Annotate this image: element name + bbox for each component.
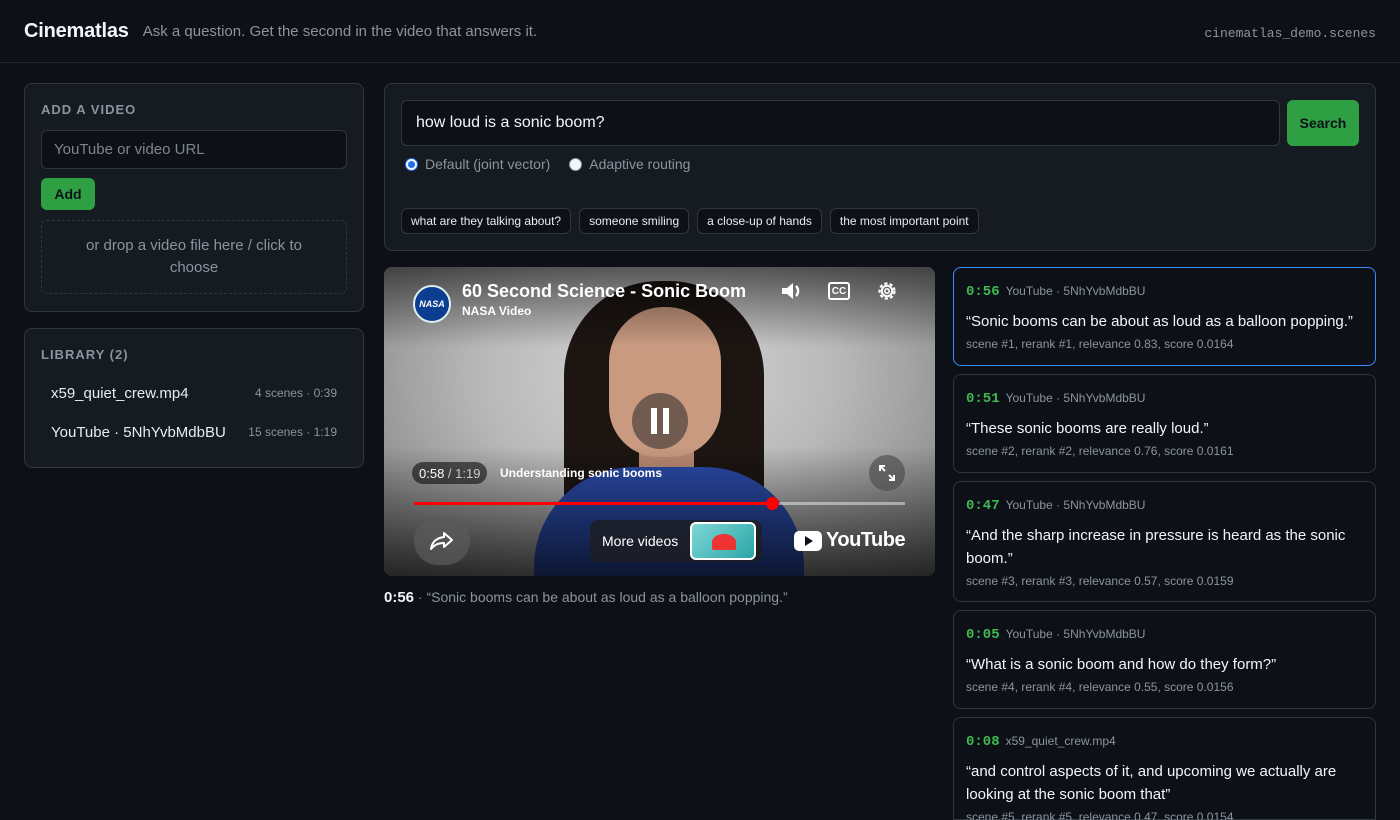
result-quote: “These sonic booms are really loud.” <box>966 420 1209 437</box>
mode-default-radio[interactable] <box>405 157 418 171</box>
dropzone-text: or drop a video file here / click to cho… <box>86 237 302 276</box>
pause-button[interactable] <box>632 393 688 449</box>
library-title: LIBRARY (2) <box>41 347 129 362</box>
add-video-panel: ADD A VIDEO Add or drop a video file her… <box>24 83 364 312</box>
more-videos-thumbnail <box>690 522 757 560</box>
result-timestamp[interactable]: 0:05 <box>966 627 1000 643</box>
library-item[interactable]: x59_quiet_crew.mp4 4 scenes · 0:39 <box>35 378 353 408</box>
result-quote: “and control aspects of it, and upcoming… <box>966 763 1337 803</box>
result-quote: “What is a sonic boom and how do they fo… <box>966 656 1277 673</box>
result-card[interactable]: 0:47 YouTube · 5NhYvbMdbBU “And the shar… <box>953 481 1376 602</box>
result-meta: scene #5, rerank #5, relevance 0.47, sco… <box>966 810 1234 820</box>
result-header: 0:05 YouTube · 5NhYvbMdbBU <box>966 627 1363 643</box>
search-input[interactable] <box>401 100 1280 146</box>
dataset-name: cinematlas_demo.scenes <box>1204 26 1376 41</box>
search-mode-group: Default (joint vector) Adaptive routing <box>405 156 690 172</box>
result-timestamp[interactable]: 0:08 <box>966 734 1000 750</box>
gear-icon[interactable] <box>874 278 900 304</box>
volume-icon[interactable] <box>778 278 804 304</box>
time-current: 0:58 <box>419 465 445 481</box>
result-timestamp[interactable]: 0:51 <box>966 391 1000 407</box>
video-title[interactable]: 60 Second Science - Sonic Boom <box>462 281 754 302</box>
progress-fill <box>414 502 773 505</box>
result-meta: scene #4, rerank #4, relevance 0.55, sco… <box>966 680 1234 694</box>
now-playing-caption: 0:56 · “Sonic booms can be about as loud… <box>384 589 788 606</box>
result-header: 0:51 YouTube · 5NhYvbMdbBU <box>966 391 1363 407</box>
search-panel: Search Default (joint vector) Adaptive r… <box>384 83 1376 251</box>
video-channel: NASA Video <box>462 304 532 318</box>
search-button[interactable]: Search <box>1287 100 1359 146</box>
time-total: 1:19 <box>455 465 481 481</box>
result-card[interactable]: 0:51 YouTube · 5NhYvbMdbBU “These sonic … <box>953 374 1376 473</box>
library-item-name: x59_quiet_crew.mp4 <box>51 384 189 402</box>
chapter-title[interactable]: Understanding sonic booms <box>500 466 662 480</box>
time-separator: / <box>444 465 456 481</box>
result-timestamp[interactable]: 0:47 <box>966 498 1000 514</box>
top-bar: Cinematlas Ask a question. Get the secon… <box>0 0 1400 63</box>
mode-adaptive-label[interactable]: Adaptive routing <box>589 156 690 172</box>
time-display: 0:58 / 1:19 <box>412 462 488 484</box>
suggestion-chip[interactable]: what are they talking about? <box>401 208 572 234</box>
now-playing-separator: · <box>414 589 427 605</box>
cc-icon: CC <box>828 282 850 300</box>
youtube-wordmark: YouTube <box>826 529 906 551</box>
suggestion-chip[interactable]: someone smiling <box>579 208 690 234</box>
result-meta: scene #1, rerank #1, relevance 0.83, sco… <box>966 337 1234 351</box>
more-videos-button[interactable]: More videos <box>590 520 763 562</box>
result-source: YouTube · 5NhYvbMdbBU <box>1005 284 1146 298</box>
result-header: 0:56 YouTube · 5NhYvbMdbBU <box>966 284 1363 300</box>
now-playing-quote: “Sonic booms can be about as loud as a b… <box>426 589 788 605</box>
video-dropzone[interactable]: or drop a video file here / click to cho… <box>41 220 347 294</box>
channel-logo-text: NASA <box>419 299 445 309</box>
mode-adaptive-radio[interactable] <box>569 157 583 171</box>
suggestion-chip[interactable]: the most important point <box>829 208 979 234</box>
cc-button[interactable]: CC <box>826 278 852 304</box>
mode-default-label[interactable]: Default (joint vector) <box>425 156 550 172</box>
library-item-name: YouTube · 5NhYvbMdbBU <box>51 423 226 441</box>
youtube-play-icon <box>794 530 822 551</box>
video-url-input[interactable] <box>41 130 347 169</box>
result-header: 0:08 x59_quiet_crew.mp4 <box>966 734 1363 750</box>
fullscreen-button[interactable] <box>869 455 905 491</box>
result-card[interactable]: 0:08 x59_quiet_crew.mp4 “and control asp… <box>953 717 1376 820</box>
fullscreen-icon <box>879 465 895 481</box>
library-panel: LIBRARY (2) x59_quiet_crew.mp4 4 scenes … <box>24 328 364 468</box>
share-button[interactable] <box>414 517 470 565</box>
library-item-meta: 4 scenes · 0:39 <box>254 386 337 400</box>
result-card[interactable]: 0:05 YouTube · 5NhYvbMdbBU “What is a so… <box>953 610 1376 709</box>
library-item[interactable]: YouTube · 5NhYvbMdbBU 15 scenes · 1:19 <box>35 417 353 447</box>
add-video-title: ADD A VIDEO <box>41 102 137 117</box>
library-item-meta: 15 scenes · 1:19 <box>248 425 337 439</box>
result-meta: scene #3, rerank #3, relevance 0.57, sco… <box>966 574 1234 588</box>
result-header: 0:47 YouTube · 5NhYvbMdbBU <box>966 498 1363 514</box>
youtube-logo[interactable]: YouTube <box>794 529 906 552</box>
result-source: YouTube · 5NhYvbMdbBU <box>1005 391 1146 405</box>
now-playing-timestamp[interactable]: 0:56 <box>384 589 414 606</box>
suggestion-chips: what are they talking about? someone smi… <box>401 208 979 234</box>
result-quote: “And the sharp increase in pressure is h… <box>966 527 1346 567</box>
channel-avatar[interactable]: NASA <box>413 285 451 323</box>
result-source: x59_quiet_crew.mp4 <box>1005 734 1116 748</box>
tagline: Ask a question. Get the second in the vi… <box>142 22 538 40</box>
video-player[interactable]: NASA 60 Second Science - Sonic Boom NASA… <box>384 267 935 576</box>
share-icon <box>430 532 453 550</box>
result-card[interactable]: 0:56 YouTube · 5NhYvbMdbBU “Sonic booms … <box>953 267 1376 366</box>
result-timestamp[interactable]: 0:56 <box>966 284 1000 300</box>
suggestion-chip[interactable]: a close-up of hands <box>697 208 822 234</box>
brand-logo[interactable]: Cinematlas <box>24 20 129 43</box>
result-meta: scene #2, rerank #2, relevance 0.76, sco… <box>966 444 1234 458</box>
pause-icon <box>651 408 669 434</box>
result-source: YouTube · 5NhYvbMdbBU <box>1005 498 1146 512</box>
add-video-button[interactable]: Add <box>41 178 95 210</box>
progress-bar[interactable] <box>414 497 905 510</box>
more-videos-label: More videos <box>602 533 679 549</box>
result-source: YouTube · 5NhYvbMdbBU <box>1005 627 1146 641</box>
result-quote: “Sonic booms can be about as loud as a b… <box>966 313 1353 330</box>
